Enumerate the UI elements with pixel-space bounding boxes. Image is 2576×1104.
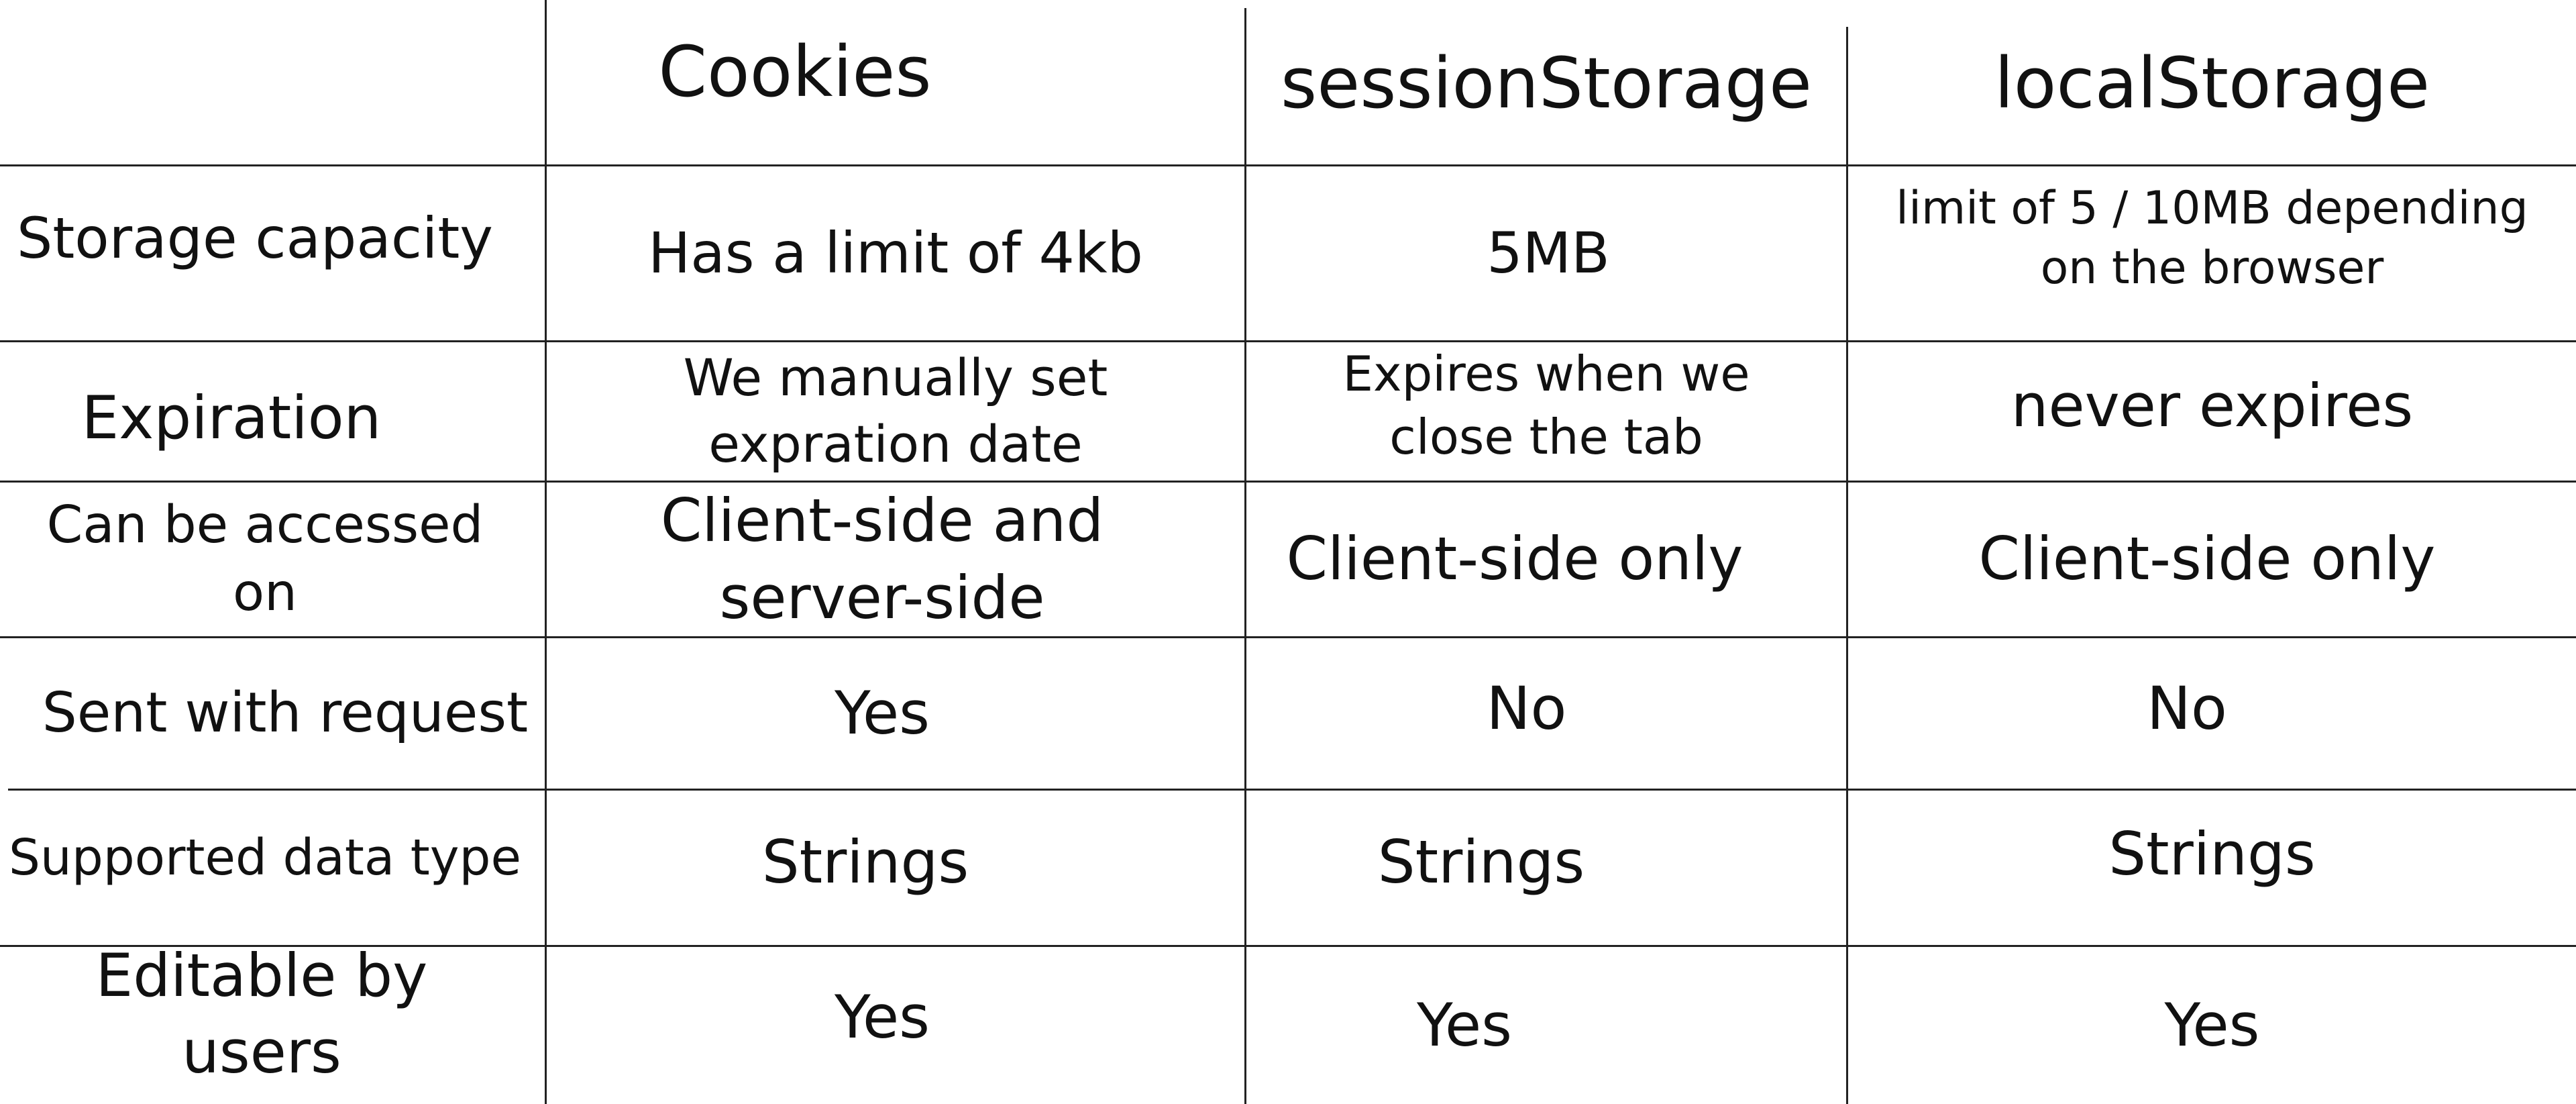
cell-session-accessed-on: Client-side only [1286, 524, 1743, 594]
cell-local-expiration: never expires [2010, 370, 2414, 440]
cell-session-storage-capacity: 5MB [1487, 219, 1610, 286]
column-header-cookies: Cookies [658, 30, 932, 113]
cell-cookies-sent-with-request: Yes [834, 678, 930, 748]
cell-cookies-supported-data-type: Strings [761, 827, 969, 897]
cell-cookies-expiration: We manually set expration date [683, 348, 1108, 474]
cell-local-supported-data-type: Strings [2108, 819, 2316, 889]
row-label-supported-data-type: Supported data type [8, 828, 522, 887]
cell-session-expiration: Expires when we close the tab [1342, 346, 1750, 465]
cell-local-storage-capacity: limit of 5 / 10MB depending on the brows… [1896, 182, 2528, 295]
row-label-storage-capacity: Storage capacity [17, 205, 493, 271]
row-label-sent-with-request: Sent with request [42, 681, 529, 745]
cell-session-supported-data-type: Strings [1377, 827, 1585, 897]
cell-cookies-editable-by-users: Yes [834, 982, 930, 1052]
cell-session-editable-by-users: Yes [1416, 990, 1513, 1060]
cell-session-sent-with-request: No [1486, 673, 1567, 743]
column-header-localstorage: localStorage [1994, 42, 2430, 125]
cell-cookies-accessed-on: Client-side and server-side [660, 486, 1104, 632]
comparison-table: Cookies sessionStorage localStorage Stor… [0, 0, 2576, 1104]
cell-local-editable-by-users: Yes [2164, 990, 2260, 1060]
cell-cookies-storage-capacity: Has a limit of 4kb [648, 219, 1143, 286]
row-label-expiration: Expiration [81, 383, 382, 452]
cell-local-accessed-on: Client-side only [1978, 524, 2436, 594]
row-label-accessed-on: Can be accessed on [46, 495, 484, 623]
cell-local-sent-with-request: No [2147, 673, 2227, 743]
column-header-sessionstorage: sessionStorage [1281, 42, 1812, 125]
row-label-editable-by-users: Editable by users [95, 940, 428, 1087]
